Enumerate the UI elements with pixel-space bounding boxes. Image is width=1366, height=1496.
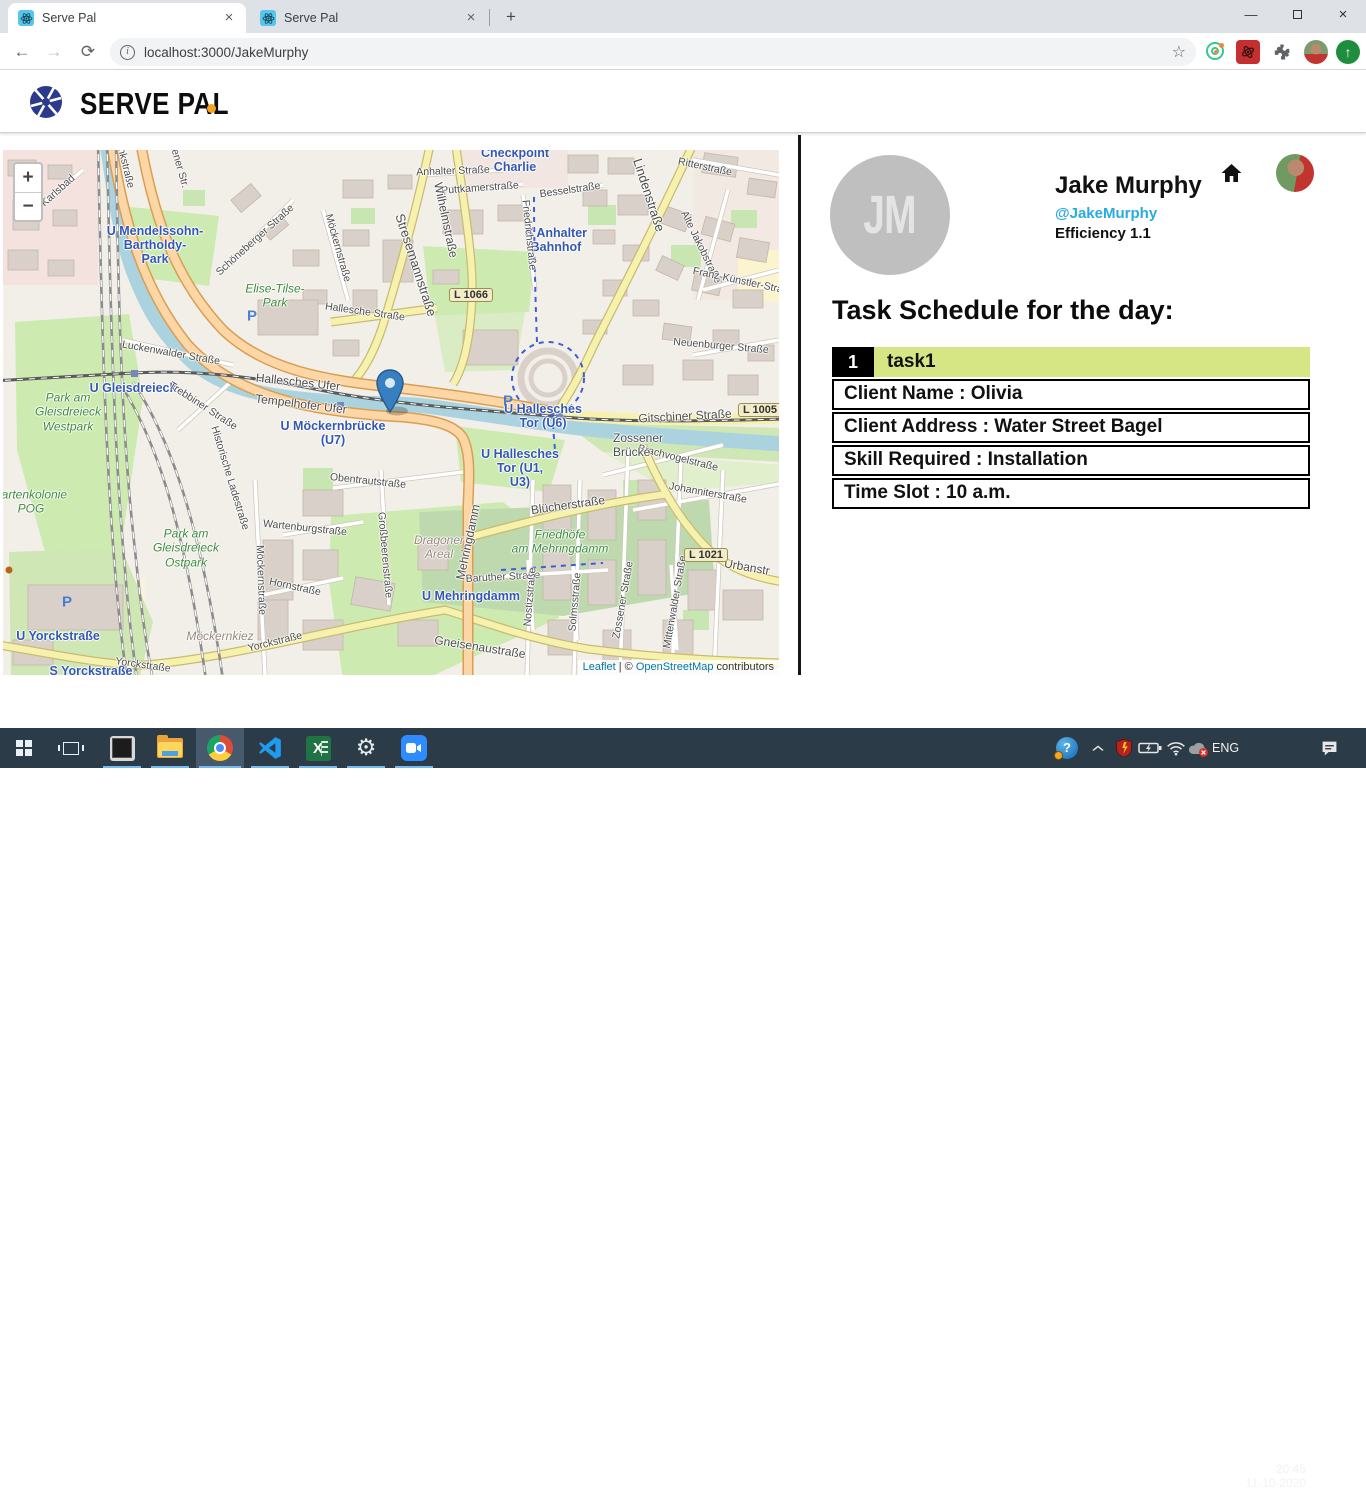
clock-date: 11-10-2020 <box>1245 1476 1307 1490</box>
browser-update-icon[interactable]: ↑ <box>1336 40 1360 64</box>
language-indicator[interactable]: ENG <box>1212 728 1239 768</box>
redux-devtools-extension-icon[interactable] <box>1236 40 1260 64</box>
taskbar-excel[interactable]: X <box>296 728 340 768</box>
start-button[interactable] <box>0 728 48 768</box>
map-zoom-control: + − <box>13 162 43 222</box>
page-info-icon[interactable]: i <box>120 44 135 60</box>
profile-initials: JM <box>863 185 917 245</box>
tab-serve-pal-2[interactable]: Serve Pal × <box>250 3 488 33</box>
task-detail-row: Client Name : Olivia <box>832 379 1310 410</box>
bookmark-star-icon[interactable]: ☆ <box>1172 42 1186 62</box>
tray-onedrive[interactable] <box>1186 728 1210 768</box>
leaflet-map[interactable]: Checkpoint Charlie U Mendelssohn- Barthol… <box>3 150 779 675</box>
extensions-puzzle-icon[interactable] <box>1270 40 1294 64</box>
user-avatar[interactable] <box>1276 154 1314 192</box>
app-header: SERVE PAL <box>0 70 1366 192</box>
profile-efficiency: Efficiency 1.1 <box>1055 225 1151 242</box>
home-icon[interactable] <box>1219 161 1244 185</box>
task-detail-row: Skill Required : Installation <box>832 445 1310 476</box>
tab-title: Serve Pal <box>284 11 339 25</box>
brand-title: SERVE PAL <box>80 86 229 121</box>
taskbar-zoom[interactable] <box>392 728 436 768</box>
profile-handle[interactable]: @JakeMurphy <box>1055 205 1202 222</box>
back-icon[interactable]: ← <box>8 38 36 66</box>
tab-separator <box>489 9 490 26</box>
taskbar-file-explorer[interactable] <box>148 728 192 768</box>
taskbar-app-window[interactable] <box>100 728 144 768</box>
tray-wifi[interactable] <box>1166 728 1186 768</box>
zoom-camera-icon <box>401 735 427 761</box>
clock-time: 20:45 <box>1275 1462 1306 1476</box>
zoom-in-button[interactable]: + <box>15 164 41 192</box>
profile-name: Jake Murphy <box>1055 172 1202 199</box>
vscode-icon <box>258 737 281 759</box>
security-shield-icon <box>1116 738 1132 758</box>
serve-pal-logo-icon <box>30 86 62 118</box>
profile-text-block: Jake Murphy @JakeMurphy Efficiency 1.1 <box>1055 172 1202 242</box>
task-table: 1 task1 Client Name : Olivia Client Addr… <box>832 347 1310 509</box>
window-close-button[interactable]: × <box>1320 0 1366 32</box>
task-detail-row: Client Address : Water Street Bagel <box>832 412 1310 443</box>
panel-divider <box>798 135 801 675</box>
tab-title: Serve Pal <box>42 11 97 25</box>
task-detail-row: Time Slot : 10 a.m. <box>832 478 1310 509</box>
settings-gear-icon: ⚙ <box>355 734 377 761</box>
taskbar-clock[interactable]: 20:45 11-10-2020 <box>1240 1456 1307 1496</box>
refresh-icon[interactable]: ⟳ <box>74 38 102 66</box>
browser-profile-avatar[interactable] <box>1304 40 1328 64</box>
taskbar-vscode[interactable] <box>248 728 292 768</box>
task-name-cell: task1 <box>874 347 1310 377</box>
tray-defender[interactable] <box>1114 728 1134 768</box>
new-tab-button[interactable]: + <box>498 6 524 28</box>
excel-icon: X <box>305 735 331 761</box>
browser-toolbar: ← → ⟳ i localhost:3000/JakeMurphy ☆ ↑ <box>0 33 1366 70</box>
brand-dot <box>207 104 216 113</box>
schedule-heading: Task Schedule for the day: <box>832 295 1174 325</box>
windows-logo-icon <box>16 740 32 756</box>
task-header-row[interactable]: 1 task1 <box>832 347 1310 377</box>
battery-plug-icon <box>1138 742 1162 754</box>
tray-chevron[interactable] <box>1092 732 1104 764</box>
address-bar[interactable]: i localhost:3000/JakeMurphy ☆ <box>110 38 1196 66</box>
forward-icon[interactable]: → <box>40 38 68 66</box>
tab-close-icon[interactable]: × <box>462 9 480 27</box>
chrome-icon <box>207 735 233 761</box>
help-icon: ? <box>1054 737 1078 760</box>
notification-center-button[interactable] <box>1320 728 1339 768</box>
tab-close-icon[interactable]: × <box>220 9 238 27</box>
notification-icon <box>1322 741 1337 755</box>
map-poi-dot <box>5 566 13 574</box>
browser-tab-strip: Serve Pal × Serve Pal × + — × <box>0 0 1366 33</box>
react-devtools-extension-icon[interactable] <box>1204 40 1228 64</box>
map-tiles <box>3 150 779 675</box>
tray-battery[interactable] <box>1138 728 1164 768</box>
tab-serve-pal-1[interactable]: Serve Pal × <box>8 3 246 33</box>
cloud-offline-icon <box>1188 742 1208 757</box>
taskbar-settings[interactable]: ⚙ <box>344 728 388 768</box>
chevron-up-icon <box>1092 745 1104 751</box>
task-view-button[interactable] <box>48 728 94 768</box>
zoom-out-button[interactable]: − <box>15 192 41 220</box>
map-attribution: Leaflet | © OpenStreetMap contributors <box>577 660 779 675</box>
url-text[interactable]: localhost:3000/JakeMurphy <box>144 45 1172 60</box>
task-number-cell: 1 <box>832 347 874 377</box>
taskbar-chrome[interactable] <box>196 728 244 768</box>
app-window-icon <box>109 735 135 761</box>
profile-initials-avatar: JM <box>830 155 950 275</box>
attribution-suffix: contributors <box>713 661 774 673</box>
leaflet-link[interactable]: Leaflet <box>583 661 616 673</box>
windows-taskbar: X ⚙ ? ENG 20:45 11-10-2020 <box>0 728 1366 1490</box>
file-explorer-icon <box>157 735 183 758</box>
task-view-icon <box>58 741 84 755</box>
window-minimize-button[interactable]: — <box>1228 0 1274 32</box>
tray-help[interactable]: ? <box>1054 728 1078 768</box>
wifi-icon <box>1167 742 1185 756</box>
attribution-separator: | © <box>615 661 636 673</box>
react-favicon <box>18 10 34 26</box>
react-favicon <box>260 10 276 26</box>
window-maximize-button[interactable] <box>1274 0 1320 32</box>
osm-link[interactable]: OpenStreetMap <box>636 661 714 673</box>
